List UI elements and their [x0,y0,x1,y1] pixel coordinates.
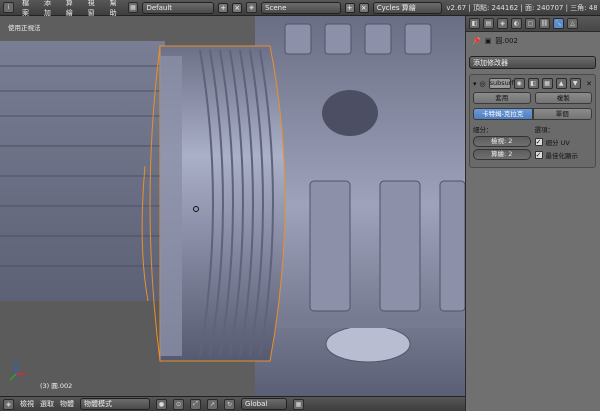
manipulator-icon[interactable]: ⤢ [190,398,201,410]
menu-file[interactable]: 檔案 [22,0,36,18]
editmode-toggle-icon[interactable]: ▦ [541,78,553,89]
copy-button[interactable]: 複製 [534,92,592,104]
screen-layout-icon[interactable]: ▦ [127,2,139,13]
pin-icon[interactable]: 📌 [472,37,481,45]
simple-button[interactable]: 單個 [532,108,592,120]
layer-grid-icon[interactable]: ▦ [293,398,304,410]
object-name: 圓.002 [495,36,518,45]
viewport-render [0,16,465,396]
mode-selector[interactable]: 物體模式 [80,398,150,410]
scene-tab-icon[interactable]: ◈ [497,18,508,29]
active-object-label: (3) 圓.002 [40,382,73,390]
top-header: i 檔案 添加 算繪 視窗 幫助 ▦ Default + × ◈ Scene +… [0,0,600,18]
menu-add[interactable]: 添加 [44,0,58,18]
render-toggle-icon[interactable]: ◉ [513,78,525,89]
breadcrumb: 📌 ▣ 圓.002 [466,32,600,49]
editor-type-icon[interactable]: i [3,2,14,13]
layout-value: Default [146,3,173,12]
engine-value: Cycles 算繪 [376,3,416,12]
shading-icon[interactable]: ● [156,398,167,410]
object-tab-icon[interactable]: ▢ [525,18,536,29]
add-layout-button[interactable]: + [218,2,229,13]
options-column: 選項： ✓ 細分 UV ✓ 最佳化顯示 [534,124,593,160]
modifier-header: ▾ ◎ subsurf ◉ ◧ ▦ ▲ ▼ ✕ [470,75,595,92]
pivot-icon[interactable]: ⊙ [173,398,184,410]
menu-help[interactable]: 幫助 [110,0,124,18]
camera-tab-icon[interactable]: ◧ [469,18,480,29]
add-modifier-row: 添加修改器 [469,56,596,70]
translate-icon[interactable]: ↗ [207,398,218,410]
scene-icon[interactable]: ◈ [246,2,258,13]
menu-view[interactable]: 檢視 [20,399,34,409]
apply-button[interactable]: 套用 [473,92,531,104]
menu-select[interactable]: 選取 [40,399,54,409]
scene-selector[interactable]: Scene [261,1,341,14]
subdivision-mode-row: 卡特姆-克拉克 單個 [470,104,595,124]
subdivisions-column: 細分： 檢視: 2 算繪: 2 [473,124,531,160]
layers-tab-icon[interactable]: ▤ [483,18,494,29]
subsurf-modifier-panel: ▾ ◎ subsurf ◉ ◧ ▦ ▲ ▼ ✕ 套用 複製 卡特姆-克拉克 單個… [469,74,596,168]
scene-stats: v2.67 | 頂點: 244162 | 面: 240707 | 三角: 48 [446,3,597,12]
subdivide-uv-checkbox[interactable]: ✓ 細分 UV [534,137,593,147]
scene-value: Scene [265,3,287,12]
main-menu: 檔案 添加 算繪 視窗 幫助 [22,0,124,18]
menu-window[interactable]: 視窗 [88,0,102,18]
move-up-icon[interactable]: ▲ [555,78,567,89]
remove-modifier-icon[interactable]: ✕ [586,80,592,88]
3d-viewport[interactable]: 使用正視法 (3) 圓.002 [0,16,465,396]
viewport-header: ◈ 檢視 選取 物體 物體模式 ● ⊙ ⤢ ↗ ↻ Global ▦ [0,396,465,411]
subdivide-uv-label: 細分 UV [545,139,570,147]
modifier-tab-icon[interactable]: 🔧 [553,18,564,29]
render-levels-field[interactable]: 算繪: 2 [473,149,531,160]
layout-selector[interactable]: Default [142,1,215,14]
settings-row: 細分： 檢視: 2 算繪: 2 選項： ✓ 細分 UV ✓ 最佳化顯示 [470,124,595,160]
apply-copy-row: 套用 複製 [470,92,595,104]
menu-render[interactable]: 算繪 [66,0,80,18]
catmull-clark-button[interactable]: 卡特姆-克拉克 [473,108,533,120]
world-tab-icon[interactable]: ◐ [511,18,522,29]
mode-value: 物體模式 [84,400,112,408]
view-toggle-icon[interactable]: ◧ [527,78,539,89]
object-icon: ▣ [484,36,492,45]
optimal-display-label: 最佳化顯示 [545,152,579,160]
remove-layout-button[interactable]: × [232,2,243,13]
constraint-tab-icon[interactable]: ⛓ [539,18,550,29]
add-modifier-label: 添加修改器 [473,58,508,67]
subdivide-uv-check-icon: ✓ [534,138,543,146]
options-label: 選項： [534,126,555,134]
menu-object[interactable]: 物體 [60,399,74,409]
move-down-icon[interactable]: ▼ [569,78,581,89]
rotate-icon[interactable]: ↻ [224,398,235,410]
add-modifier-dropdown[interactable]: 添加修改器 [469,56,596,69]
properties-tabs: ◧ ▤ ◈ ◐ ▢ ⛓ 🔧 △ [466,16,600,32]
view3d-editor-icon[interactable]: ◈ [3,398,14,410]
mesh-tab-icon[interactable]: △ [567,18,578,29]
orientation-value: Global [245,400,268,408]
subsurf-icon: ◎ [479,79,486,88]
remove-scene-button[interactable]: × [358,2,369,13]
view-mode-label: 使用正視法 [8,24,41,32]
optimal-display-check-icon: ✓ [534,151,543,159]
subdivisions-label: 細分： [473,126,493,134]
optimal-display-checkbox[interactable]: ✓ 最佳化顯示 [534,150,593,160]
modifier-name-field[interactable]: subsurf [488,78,514,89]
orientation-selector[interactable]: Global [241,398,287,410]
view-levels-field[interactable]: 檢視: 2 [473,136,531,147]
render-engine-selector[interactable]: Cycles 算繪 [372,1,443,14]
add-scene-button[interactable]: + [344,2,355,13]
collapse-arrow-icon[interactable]: ▾ [473,80,477,88]
